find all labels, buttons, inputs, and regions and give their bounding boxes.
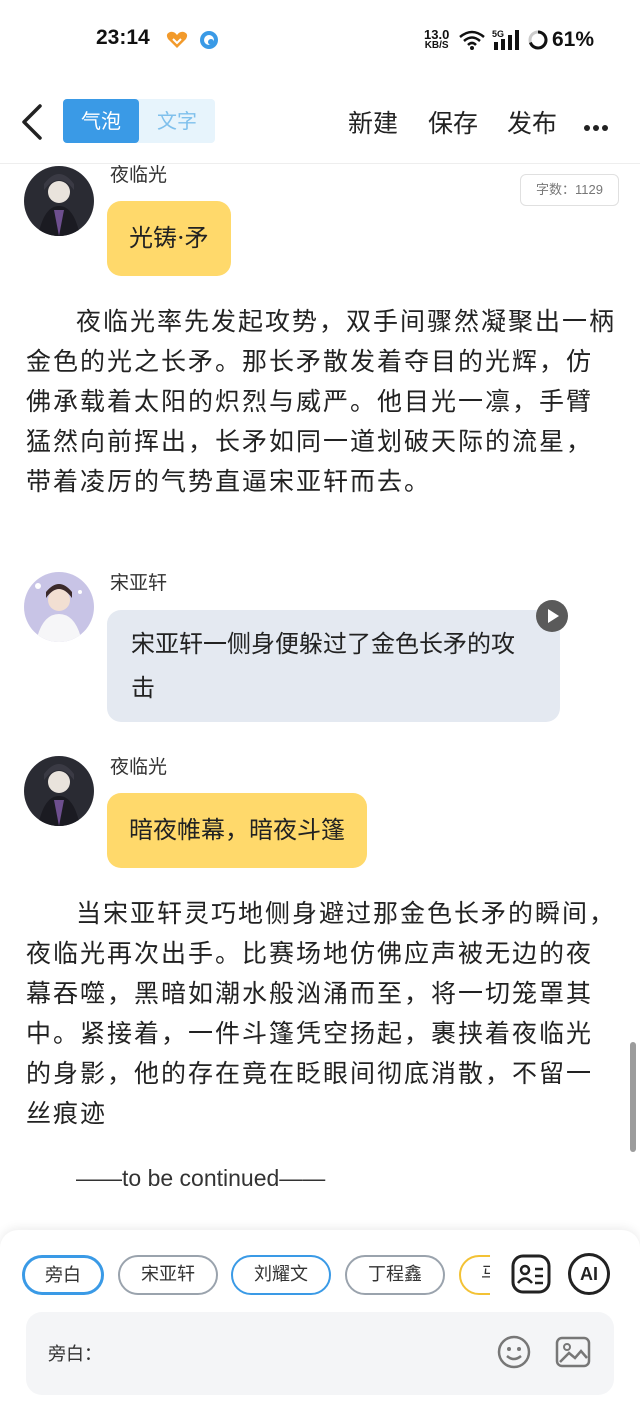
avatar[interactable] — [24, 756, 94, 826]
status-bar: 23:14 13.0 KB/S 5G 61% — [0, 0, 640, 80]
battery-icon — [528, 30, 548, 50]
editor-header: 气泡 文字 新建 保存 发布 — [0, 80, 640, 164]
more-options-icon[interactable] — [584, 116, 614, 131]
clock: 23:14 — [96, 26, 150, 49]
speaker-name: 夜临光 — [110, 756, 168, 778]
avatar[interactable] — [24, 166, 94, 236]
continued-text: ——to be continued—— — [76, 1165, 326, 1191]
character-chip[interactable]: 丁程鑫 — [345, 1255, 445, 1295]
narration-paragraph[interactable]: 夜临光率先发起攻势，双手间骤然凝聚出一柄金色的光之长矛。那长矛散发着夺目的光辉，… — [26, 302, 616, 502]
save-button[interactable]: 保存 — [428, 104, 478, 140]
mode-text-tab[interactable]: 文字 — [139, 99, 215, 143]
speaker-name: 宋亚轩 — [110, 572, 168, 594]
publish-button[interactable]: 发布 — [507, 104, 557, 140]
dialogue-bubble[interactable]: 光铸·矛 — [107, 201, 231, 276]
dialogue-bubble[interactable]: 宋亚轩一侧身便躲过了金色长矛的攻击 — [107, 610, 560, 722]
composer-panel: 旁白 宋亚轩 刘耀文 丁程鑫 马 AI 旁白： — [0, 1230, 640, 1422]
svg-text:5G: 5G — [492, 29, 504, 39]
back-arrow-icon[interactable] — [18, 102, 48, 142]
ai-assist-button[interactable]: AI — [568, 1253, 610, 1295]
net-speed: 13.0 KB/S — [424, 27, 450, 51]
character-chip[interactable]: 刘耀文 — [231, 1255, 331, 1295]
avatar[interactable] — [24, 572, 94, 642]
speaker-name: 夜临光 — [110, 164, 168, 186]
new-button[interactable]: 新建 — [348, 104, 398, 140]
mode-bubble-tab[interactable]: 气泡 — [63, 99, 139, 143]
mode-toggle: 气泡 文字 — [63, 99, 215, 143]
narration-paragraph[interactable]: 当宋亚轩灵巧地侧身避过那金色长矛的瞬间，夜临光再次出手。比赛场地仿佛应声被无边的… — [26, 894, 616, 1134]
image-icon[interactable] — [554, 1334, 592, 1370]
word-count-badge: 字数：1129 — [520, 174, 619, 206]
input-speaker-label: 旁白： — [48, 1344, 102, 1365]
cloud-app-icon — [200, 31, 218, 49]
app-notification-icon — [166, 31, 188, 48]
emoji-icon[interactable] — [496, 1334, 532, 1370]
play-audio-icon[interactable] — [536, 600, 568, 632]
character-chip[interactable]: 马 — [459, 1255, 490, 1295]
scrollbar[interactable] — [630, 1042, 636, 1152]
signal-5g-icon: 5G — [492, 29, 519, 50]
character-selector: 旁白 宋亚轩 刘耀文 丁程鑫 马 — [20, 1255, 490, 1297]
dialogue-bubble[interactable]: 暗夜帷幕，暗夜斗篷 — [107, 793, 367, 868]
character-chip-narrator[interactable]: 旁白 — [22, 1255, 104, 1295]
wifi-icon — [459, 30, 485, 50]
character-chip[interactable]: 宋亚轩 — [118, 1255, 218, 1295]
message-input[interactable]: 旁白： — [26, 1312, 614, 1395]
character-card-icon[interactable] — [510, 1253, 552, 1295]
battery-percent: 61% — [552, 28, 595, 51]
